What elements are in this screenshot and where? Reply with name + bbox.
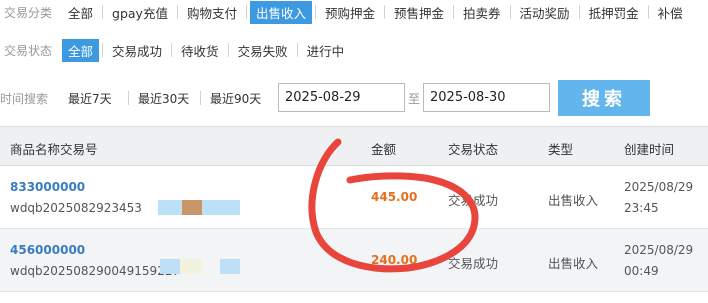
transactions-table: 商品名称交易号 金额 交易状态 类型 创建时间 833000000 wdqb20… — [0, 126, 708, 292]
divider — [384, 5, 386, 19]
table-row: 456000000 wdqb202508290049159227 240.00 … — [0, 229, 708, 292]
status-option-in-progress[interactable]: 进行中 — [301, 39, 351, 62]
created-date: 2025/08/29 — [624, 180, 694, 194]
column-created-time: 创建时间 — [624, 142, 675, 157]
trade-number: wdqb2025082923453 — [10, 201, 142, 215]
divider — [128, 91, 129, 105]
created-time: 00:49 — [624, 264, 659, 278]
redaction-patch — [158, 200, 182, 215]
divider — [227, 43, 229, 57]
divider — [509, 5, 511, 19]
column-product-trade-no: 商品名称交易号 — [10, 142, 98, 157]
date-range-separator: 至 — [408, 92, 421, 106]
time-search-row: 时间搜索 最近7天 最近30天 最近90天 至 搜索 — [0, 80, 708, 116]
amount: 445.00 — [371, 190, 418, 204]
type-option-sale-income[interactable]: 出售收入 — [249, 0, 312, 24]
quick-range-90-days[interactable]: 最近90天 — [210, 90, 261, 107]
divider — [245, 5, 247, 19]
product-id-link[interactable]: 456000000 — [10, 243, 85, 257]
created-date: 2025/08/29 — [624, 243, 694, 257]
redaction-patch — [180, 259, 202, 274]
divider — [578, 5, 580, 19]
trade-type: 出售收入 — [548, 193, 599, 208]
date-from-input[interactable] — [278, 83, 405, 112]
type-filter-label: 交易分类 — [4, 5, 53, 20]
type-filter-row: 交易分类 全部 gpay充值 购物支付 出售收入 预购押金 预售押金 拍卖券 活… — [0, 0, 689, 24]
divider — [102, 43, 104, 57]
trade-status: 交易成功 — [448, 256, 499, 271]
redaction-patch — [220, 259, 240, 274]
status-option-awaiting-receipt[interactable]: 待收货 — [175, 39, 225, 62]
table-row: 833000000 wdqb2025082923453 445.00 交易成功 … — [0, 166, 708, 229]
divider — [171, 43, 173, 57]
table-header: 商品名称交易号 金额 交易状态 类型 创建时间 — [0, 126, 708, 166]
type-option-preorder-deposit[interactable]: 预购押金 — [319, 1, 381, 24]
search-button[interactable]: 搜索 — [558, 80, 650, 116]
redaction-patch — [182, 200, 202, 215]
status-option-success[interactable]: 交易成功 — [106, 39, 168, 62]
date-to-input[interactable] — [423, 83, 550, 112]
column-type: 类型 — [548, 142, 574, 157]
divider — [315, 5, 316, 19]
type-option-presale-deposit[interactable]: 预售押金 — [388, 1, 450, 24]
quick-range-7-days[interactable]: 最近7天 — [68, 90, 112, 107]
divider — [453, 5, 455, 19]
status-filter-row: 交易状态 全部 交易成功 待收货 交易失败 进行中 — [0, 38, 350, 62]
divider — [647, 5, 649, 19]
divider — [296, 43, 298, 57]
time-search-label: 时间搜索 — [0, 92, 49, 106]
type-option-all[interactable]: 全部 — [62, 1, 99, 24]
type-option-compensation[interactable]: 补偿 — [652, 1, 689, 24]
product-id-link[interactable]: 833000000 — [10, 180, 85, 194]
created-time: 23:45 — [624, 201, 659, 215]
divider — [102, 5, 104, 19]
type-option-event-reward[interactable]: 活动奖励 — [514, 1, 576, 24]
amount: 240.00 — [371, 253, 418, 267]
divider — [200, 91, 201, 105]
status-option-all[interactable]: 全部 — [62, 38, 100, 62]
column-status: 交易状态 — [448, 142, 499, 157]
status-option-failed[interactable]: 交易失败 — [232, 39, 294, 62]
type-option-auction-coupon[interactable]: 拍卖券 — [457, 1, 507, 24]
type-option-gpay-topup[interactable]: gpay充值 — [106, 1, 174, 24]
redaction-patch — [160, 259, 180, 274]
status-filter-label: 交易状态 — [4, 43, 53, 58]
redaction-patch — [202, 200, 240, 215]
trade-type: 出售收入 — [548, 256, 599, 271]
trade-number: wdqb202508290049159227 — [10, 264, 181, 278]
trade-status: 交易成功 — [448, 193, 499, 208]
type-option-collateral-penalty[interactable]: 抵押罚金 — [583, 1, 645, 24]
divider — [176, 5, 178, 19]
type-option-shopping-payment[interactable]: 购物支付 — [181, 1, 243, 24]
column-amount: 金额 — [371, 142, 397, 157]
quick-range-30-days[interactable]: 最近30天 — [138, 90, 189, 107]
